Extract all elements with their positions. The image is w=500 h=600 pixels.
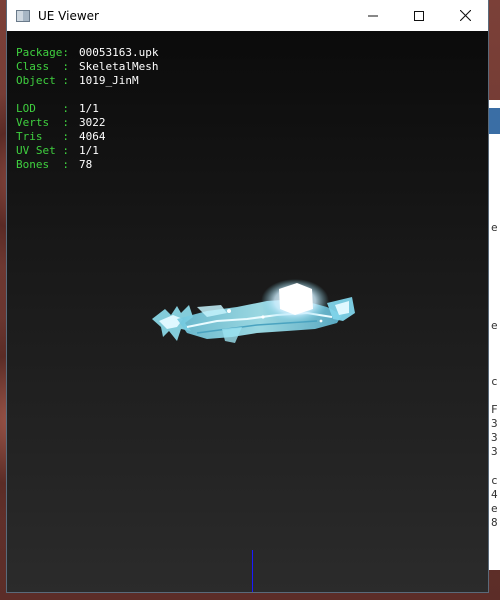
info-label: Tris : (16, 130, 69, 143)
background-text: e (491, 221, 498, 234)
title-bar[interactable]: UE Viewer (7, 0, 488, 31)
background-text: 4 (491, 488, 498, 501)
info-label: Bones : (16, 158, 69, 171)
info-value: 00053163.upk (79, 46, 159, 59)
background-text: F (491, 403, 498, 416)
info-row-tris: Tris : 4064 (16, 130, 158, 144)
background-window[interactable]: e e c F 3 3 3 c 4 e 8 (488, 100, 500, 570)
maximize-icon (414, 6, 424, 25)
minimize-icon (368, 6, 378, 25)
info-row-uvset: UV Set : 1/1 (16, 144, 158, 158)
info-value: 78 (79, 158, 93, 171)
info-label: Package: (16, 46, 69, 59)
background-text: 8 (491, 516, 498, 529)
close-icon (459, 6, 471, 25)
info-label: UV Set : (16, 144, 69, 157)
app-icon (16, 9, 30, 22)
background-text: e (491, 319, 498, 332)
3d-viewport[interactable]: Package: 00053163.upk Class : SkeletalMe… (7, 31, 488, 592)
info-value: 1019_JinM (79, 74, 139, 87)
background-text: c (491, 474, 498, 487)
close-button[interactable] (442, 0, 488, 31)
info-row-bones: Bones : 78 (16, 158, 158, 172)
background-window-strip (488, 108, 500, 134)
info-row-package: Package: 00053163.upk (16, 46, 158, 60)
info-label: Class : (16, 60, 69, 73)
info-value: 1/1 (79, 144, 99, 157)
axis-indicator (252, 550, 253, 592)
window-title: UE Viewer (38, 8, 99, 23)
info-value: 3022 (79, 116, 106, 129)
background-text: e (491, 502, 498, 515)
background-text: 3 (491, 431, 498, 444)
info-row-object: Object : 1019_JinM (16, 74, 158, 88)
background-text: 3 (491, 445, 498, 458)
info-label: Object : (16, 74, 69, 87)
info-row-class: Class : SkeletalMesh (16, 60, 158, 74)
ue-viewer-window: UE Viewer Package: 00053163.upk Class : (7, 0, 488, 592)
skeletal-mesh-render (152, 279, 355, 343)
info-value: 1/1 (79, 102, 99, 115)
mesh-info-panel: Package: 00053163.upk Class : SkeletalMe… (16, 46, 158, 172)
info-row-lod: LOD : 1/1 (16, 102, 158, 116)
background-text: c (491, 375, 498, 388)
info-label: LOD : (16, 102, 69, 115)
minimize-button[interactable] (350, 0, 396, 31)
info-value: 4064 (79, 130, 106, 143)
maximize-button[interactable] (396, 0, 442, 31)
info-value: SkeletalMesh (79, 60, 159, 73)
info-row-verts: Verts : 3022 (16, 116, 158, 130)
info-label: Verts : (16, 116, 69, 129)
background-text: 3 (491, 417, 498, 430)
